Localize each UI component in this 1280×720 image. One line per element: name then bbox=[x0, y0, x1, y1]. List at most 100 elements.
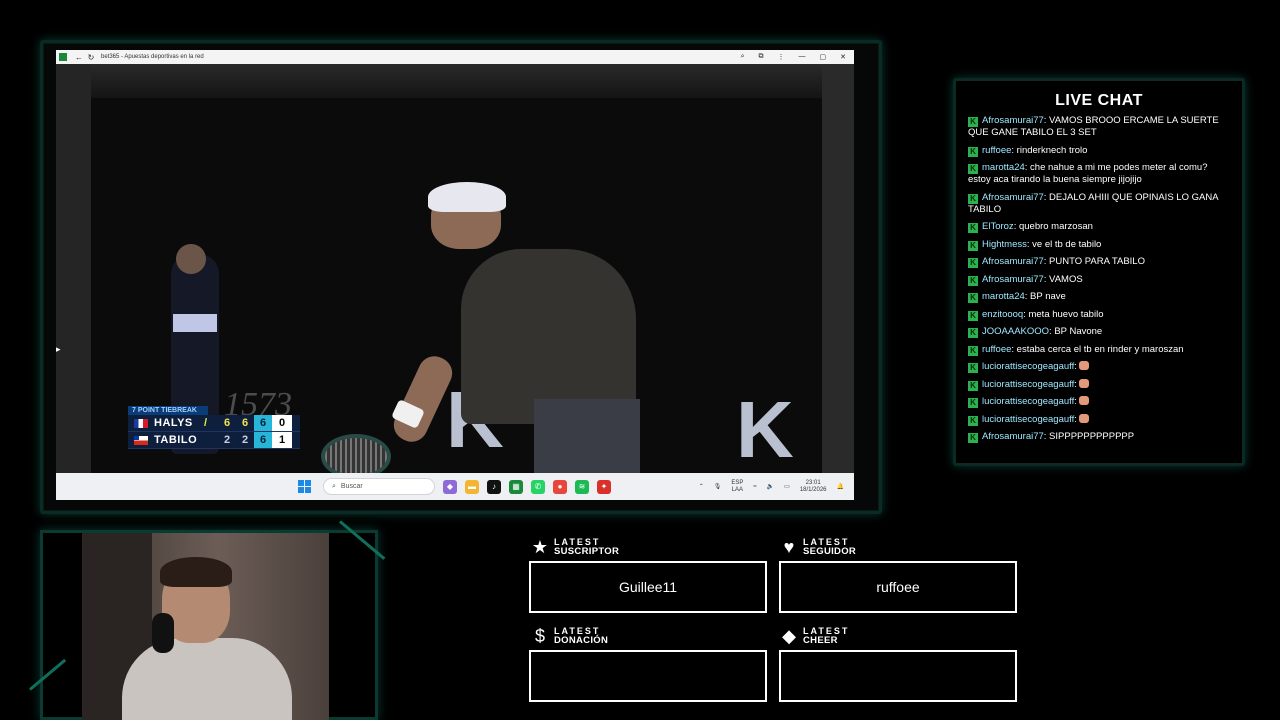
more-options-icon[interactable]: ⋮ bbox=[778, 53, 785, 61]
set-score: 2 bbox=[223, 434, 231, 446]
kick-badge-icon: K bbox=[968, 164, 978, 174]
other-app-icon[interactable]: ✦ bbox=[597, 479, 611, 494]
whatsapp-icon[interactable]: ✆ bbox=[531, 479, 545, 494]
bet365-app-icon[interactable]: ▦ bbox=[509, 479, 523, 494]
chat-username[interactable]: ruffoee bbox=[982, 145, 1011, 156]
chat-username[interactable]: ruffoee bbox=[982, 344, 1011, 355]
kick-badge-icon: K bbox=[968, 345, 978, 356]
current-set-score: 6 bbox=[254, 432, 272, 448]
kick-badge-icon: K bbox=[968, 146, 978, 157]
chat-username[interactable]: luciorattisecogeagauff bbox=[982, 361, 1074, 372]
chat-message: Kenzitoooq: meta huevo tabilo bbox=[968, 309, 1230, 321]
chat-username[interactable]: Afrosamurai77 bbox=[982, 192, 1044, 203]
search-placeholder: Buscar bbox=[340, 483, 363, 490]
chat-message: Kluciorattisecogeagauff: bbox=[968, 361, 1230, 373]
chat-username[interactable]: Afrosamurai77 bbox=[982, 115, 1044, 126]
minimize-icon[interactable]: — bbox=[799, 53, 806, 61]
chat-message: K Afrosamurai77: SIPPPPPPPPPPPP bbox=[968, 431, 1230, 443]
diamond-icon: ◆ bbox=[782, 626, 796, 646]
battery-icon[interactable]: ▭ bbox=[784, 483, 790, 490]
chat-username[interactable]: luciorattisecogeagauff bbox=[982, 396, 1074, 407]
kick-badge-icon: K bbox=[968, 328, 978, 338]
chat-text: : estaba cerca el tb en rinder y marosza… bbox=[1011, 343, 1184, 355]
chevron-up-icon[interactable]: ⌃ bbox=[699, 483, 704, 490]
chat-text: : rinderknech trolo bbox=[1011, 144, 1088, 156]
chat-username[interactable]: luciorattisecogeagauff bbox=[982, 379, 1074, 390]
copilot-icon[interactable]: ◆ bbox=[443, 479, 457, 494]
kick-badge-icon: K bbox=[968, 240, 978, 251]
browser-tab-title: bet365 - Apuestas deportivas en la red bbox=[101, 54, 204, 60]
back-arrow-icon[interactable]: ← bbox=[73, 53, 85, 62]
chrome-icon[interactable]: ● bbox=[553, 479, 567, 494]
set-score: 2 bbox=[241, 434, 249, 446]
extensions-icon[interactable]: ⧉ bbox=[759, 53, 764, 61]
refresh-icon[interactable]: ↻ bbox=[85, 53, 97, 62]
wifi-icon[interactable]: ≈ bbox=[753, 484, 756, 490]
emote-icon bbox=[1078, 396, 1089, 405]
taskbar-search-input[interactable]: ⌕ Buscar bbox=[323, 478, 435, 495]
bet365-favicon-icon bbox=[59, 53, 67, 61]
dollar-icon: $ bbox=[534, 626, 545, 646]
sponsor-logo-right: K bbox=[736, 385, 794, 473]
chat-username[interactable]: ElToroz bbox=[982, 221, 1014, 232]
scoreboard-row: HALYS / 6 6 6 0 bbox=[128, 415, 300, 432]
spotify-icon[interactable]: ≋ bbox=[575, 479, 589, 494]
chat-username[interactable]: JOOAAAKOOO bbox=[982, 326, 1049, 337]
scoreboard-caption: 7 POINT TIEBREAK bbox=[128, 406, 208, 415]
chat-username[interactable]: marotta24 bbox=[982, 291, 1025, 302]
france-flag-icon bbox=[134, 418, 148, 428]
scoreboard-row: TABILO 2 2 6 1 bbox=[128, 432, 300, 449]
taskbar-apps: ◆ ▬ ♪ ▦ ✆ ● ≋ ✦ bbox=[443, 479, 611, 494]
microphone-icon[interactable]: 🎙 bbox=[714, 483, 722, 490]
clock[interactable]: 23:01 18/1/2026 bbox=[800, 480, 827, 494]
chat-username[interactable]: Afrosamurai77 bbox=[982, 256, 1044, 267]
chat-message: Kluciorattisecogeagauff: bbox=[968, 396, 1230, 408]
chat-username[interactable]: marotta24 bbox=[982, 162, 1025, 173]
zoom-icon[interactable]: ⌕ bbox=[741, 53, 745, 61]
chat-username[interactable]: Afrosamurai77 bbox=[982, 274, 1044, 285]
emote-icon bbox=[1078, 413, 1089, 423]
set-score: 6 bbox=[223, 417, 231, 429]
kick-badge-icon: K bbox=[968, 117, 978, 127]
close-icon[interactable]: ✕ bbox=[840, 53, 846, 61]
volume-icon[interactable]: 🔈 bbox=[767, 483, 774, 490]
chat-text: : quebro marzosan bbox=[1013, 221, 1093, 232]
chat-message: K Afrosamurai77: PUNTO PARA TABILO bbox=[968, 256, 1230, 268]
latest-subscriber-box: Guillee11 bbox=[529, 561, 767, 613]
latest-follower-box: ruffoee bbox=[779, 561, 1017, 613]
kick-badge-icon: K bbox=[968, 363, 978, 373]
search-icon: ⌕ bbox=[332, 482, 336, 490]
browser-titlebar: ← ↻ bet365 - Apuestas deportivas en la r… bbox=[56, 50, 854, 64]
chat-text: : bbox=[1074, 361, 1077, 372]
tiktok-icon[interactable]: ♪ bbox=[487, 479, 501, 494]
notifications-icon[interactable]: 🔔 bbox=[837, 483, 844, 490]
latest-subscriber-label: ★ LATEST SUSCRIPTOR bbox=[531, 537, 620, 557]
chat-text: : SIPPPPPPPPPPPP bbox=[1043, 431, 1135, 442]
chat-username[interactable]: Afrosamurai77 bbox=[982, 431, 1044, 442]
latest-follower-label: ♥ LATEST SEGUIDOR bbox=[779, 538, 856, 557]
chat-message-list[interactable]: K Afrosamurai77: VAMOS BROOO ERCAME LA SU… bbox=[968, 115, 1230, 449]
chat-message: Kluciorattisecogeagauff: bbox=[968, 413, 1230, 426]
file-explorer-icon[interactable]: ▬ bbox=[465, 479, 479, 494]
windows-start-icon[interactable] bbox=[298, 480, 311, 493]
chat-text: : bbox=[1074, 396, 1077, 407]
chat-message: K JOOAAAKOOO: BP Navone bbox=[968, 326, 1230, 338]
tennis-video[interactable]: 1573 K K 7 POINT TIEBREAK HALYS / 6 6 6 … bbox=[56, 64, 854, 473]
input-language[interactable]: ESP LAA bbox=[731, 480, 743, 494]
chat-username[interactable]: enzitoooq bbox=[982, 309, 1023, 320]
chat-username[interactable]: Hightmess bbox=[982, 239, 1027, 250]
kick-badge-icon: K bbox=[968, 380, 978, 391]
system-tray: ⌃ 🎙 ESP LAA ≈ 🔈 ▭ 23:01 18/1/2026 🔔 bbox=[699, 480, 844, 494]
kick-badge-icon: K bbox=[968, 293, 978, 303]
chat-text: : BP nave bbox=[1024, 291, 1066, 302]
kick-badge-icon: K bbox=[968, 223, 978, 233]
latest-follower-value: ruffoee bbox=[876, 579, 920, 595]
kick-badge-icon: K bbox=[968, 433, 978, 443]
latest-donation-label: $ LATEST DONACIÓN bbox=[530, 626, 608, 646]
chat-text: : VAMOS bbox=[1043, 273, 1083, 285]
chat-username[interactable]: luciorattisecogeagauff bbox=[982, 414, 1074, 425]
latest-subscriber-value: Guillee11 bbox=[618, 579, 678, 595]
scoreboard: 7 POINT TIEBREAK HALYS / 6 6 6 0 TABILO … bbox=[128, 406, 300, 449]
maximize-icon[interactable]: ▢ bbox=[820, 53, 827, 61]
kick-badge-icon: K bbox=[968, 275, 978, 286]
